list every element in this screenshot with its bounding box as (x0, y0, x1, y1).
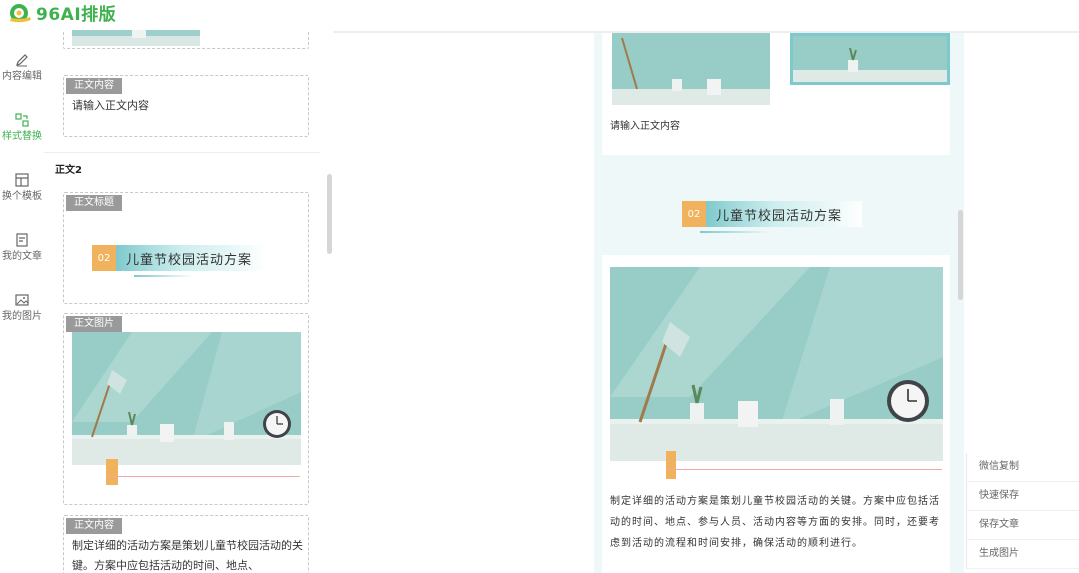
save-article-button[interactable]: 保存文章 (966, 511, 1079, 540)
preview-body-text: 制定详细的活动方案是策划儿童节校园活动的关键。方案中应包括活动的时间、地点、参与… (610, 496, 940, 549)
sidebar-item-style-swap[interactable]: 样式替换 (0, 112, 44, 143)
section-title: 正文2 (55, 165, 82, 176)
title-underline (134, 275, 194, 277)
preview-content-card: 制定详细的活动方案是策划儿童节校园活动的关键。方案中应包括活动的时间、地点、参与… (602, 255, 950, 573)
image-icon (15, 294, 29, 306)
preview-red-line (666, 469, 942, 470)
editor-body-card-2[interactable]: 正文内容 制定详细的活动方案是策划儿童节校园活动的关键。方案中应包括活动的时间、… (63, 515, 309, 573)
card-tag: 正文内容 (66, 78, 122, 94)
preview-title-block: 02 儿童节校园活动方案 (682, 201, 863, 227)
preview-title-underline (700, 231, 770, 233)
preview-image-card: 请输入正文内容 (602, 33, 950, 155)
template-icon (15, 173, 29, 187)
card-tag: 正文图片 (66, 316, 122, 332)
section-divider (44, 152, 320, 153)
sidebar-item-content-edit[interactable]: 内容编辑 (0, 52, 44, 83)
preview-scrollbar[interactable] (958, 210, 963, 300)
sidebar-item-label: 我的文章 (2, 251, 42, 262)
article-icon (16, 233, 28, 247)
weixin-copy-button[interactable]: 微信复制 (966, 453, 1079, 482)
card-tag: 正文标题 (66, 195, 122, 211)
editor-image-partial (72, 30, 200, 46)
body-text-input[interactable]: 请输入正文内容 (72, 96, 149, 116)
logo-text: 96AI排版 (36, 4, 117, 25)
card-tag: 正文内容 (66, 518, 122, 534)
editor-body-card[interactable]: 正文内容 请输入正文内容 (63, 75, 309, 137)
action-buttons: 微信复制 快速保存 保存文章 生成图片 (966, 453, 1079, 569)
preview-main-image (610, 267, 943, 461)
preview-orange-bar (666, 451, 676, 479)
sidebar-item-label: 换个模板 (2, 191, 42, 202)
preview-image-left (612, 33, 770, 105)
sidebar-item-my-articles[interactable]: 我的文章 (0, 232, 44, 263)
editor-image[interactable] (72, 332, 301, 465)
sidebar-item-my-images[interactable]: 我的图片 (0, 292, 44, 323)
editor-image-card[interactable]: 正文图片 (63, 313, 309, 505)
orange-accent-bar (106, 459, 118, 485)
quick-save-button[interactable]: 快速保存 (966, 482, 1079, 511)
preview-image-right (790, 33, 950, 85)
editor-title-card[interactable]: 正文标题 02 儿童节校园活动方案 (63, 192, 309, 304)
editor-panel: 正文内容 请输入正文内容 正文2 正文标题 02 儿童节校园活动方案 正文图片 (44, 30, 320, 573)
preview-title-number: 02 (682, 201, 706, 227)
app-logo[interactable]: 96AI排版 (8, 0, 117, 25)
editor-scrollbar[interactable] (327, 174, 332, 254)
generate-image-button[interactable]: 生成图片 (966, 540, 1079, 569)
pen-icon (16, 54, 28, 67)
style-swap-icon (15, 113, 29, 127)
sidebar-item-label: 内容编辑 (2, 71, 42, 82)
preview-title-text: 儿童节校园活动方案 (706, 201, 863, 227)
sidebar-item-label: 样式替换 (2, 131, 42, 142)
body-text-input[interactable]: 制定详细的活动方案是策划儿童节校园活动的关键。方案中应包括活动的时间、地点、 (72, 536, 304, 573)
editor-image-card-top[interactable] (63, 30, 309, 49)
editor-title-block[interactable]: 02 儿童节校园活动方案 (92, 245, 267, 271)
snail-logo-icon (10, 4, 31, 23)
sidebar-item-change-template[interactable]: 换个模板 (0, 172, 44, 203)
preview-text: 请输入正文内容 (610, 121, 680, 132)
preview-area: 请输入正文内容 02 儿童节校园活动方案 制定详细的活动方案是策划儿童节校园活动… (594, 33, 964, 573)
title-number: 02 (92, 245, 116, 271)
title-text: 儿童节校园活动方案 (116, 245, 267, 271)
sidebar-item-label: 我的图片 (2, 311, 42, 322)
red-accent-line (106, 476, 300, 477)
